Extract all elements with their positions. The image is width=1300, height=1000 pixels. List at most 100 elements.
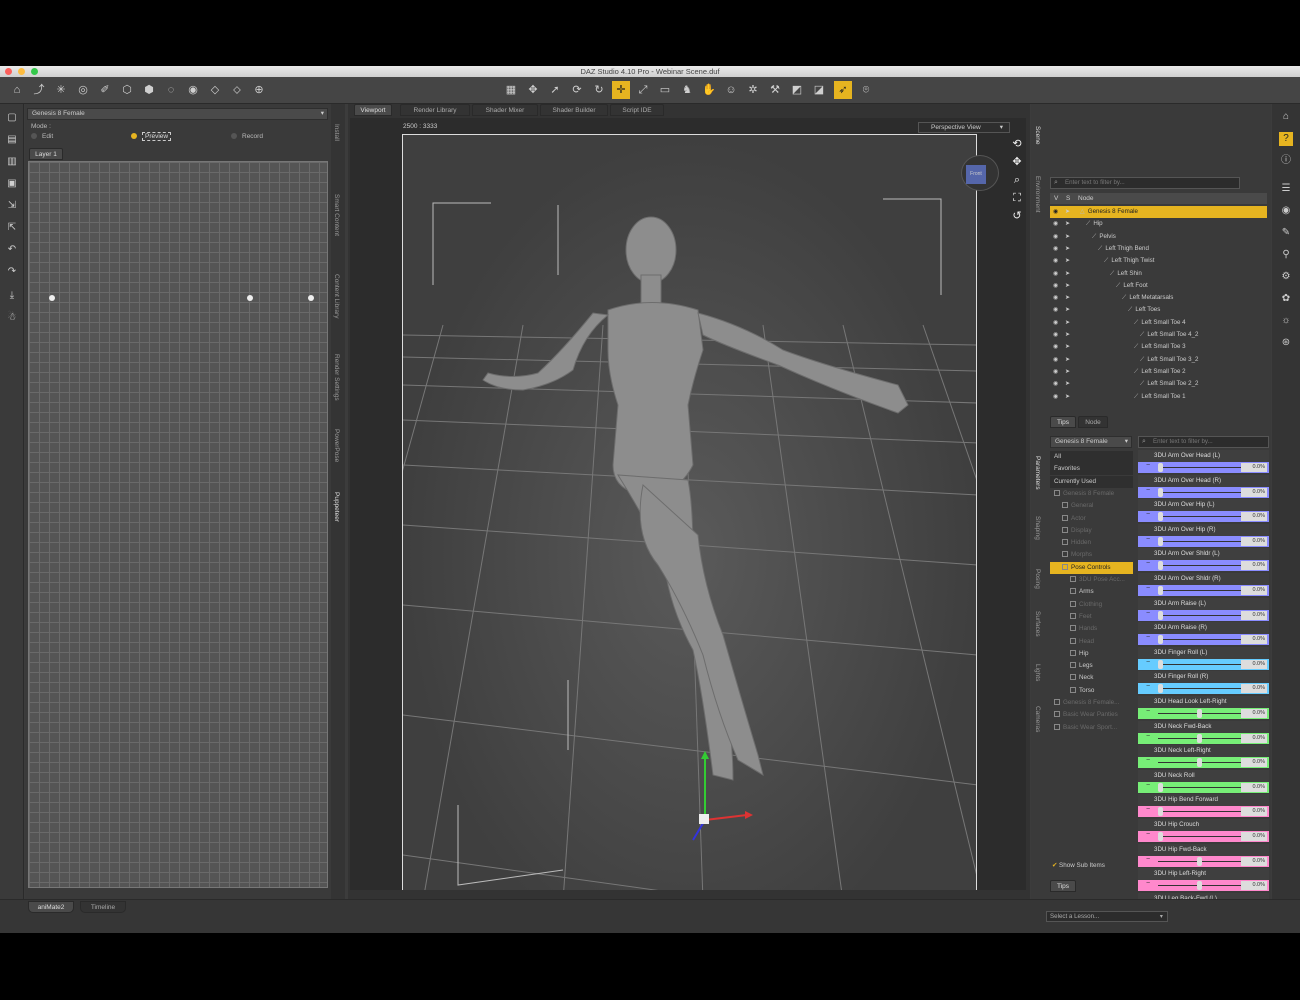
scene-node-row[interactable]: ◉ ➤ ⟋ Left Small Toe 3_2 <box>1050 354 1267 366</box>
slider-value[interactable]: 0.0% <box>1241 782 1267 792</box>
parameter-slider[interactable]: 3DU Neck Fwd-Back − 0.0% <box>1138 720 1269 745</box>
frame-icon[interactable]: ⛶ <box>1010 191 1024 205</box>
param-tree-item[interactable]: Hip <box>1050 648 1133 660</box>
slider-knob[interactable] <box>1158 832 1163 841</box>
eye-icon[interactable]: ◉ <box>1053 268 1058 280</box>
slider-knob[interactable] <box>1158 463 1163 472</box>
mode-record-radio[interactable]: Record <box>231 133 263 140</box>
param-tree-item[interactable]: Clothing <box>1050 599 1133 611</box>
tab-render-settings[interactable]: Render Settings <box>333 354 340 401</box>
translate-icon[interactable]: ↻ <box>590 81 608 99</box>
slider-bar[interactable]: − 0.0% <box>1138 609 1269 621</box>
slider-value[interactable]: 0.0% <box>1241 832 1267 841</box>
selectable-icon[interactable]: ➤ <box>1065 206 1070 218</box>
slider-bar[interactable]: − 0.0% <box>1138 855 1269 867</box>
tab-render-library[interactable]: Render Library <box>400 104 470 116</box>
minus-icon[interactable]: − <box>1146 880 1150 887</box>
param-tree-item[interactable]: Arms <box>1050 586 1133 598</box>
list-icon[interactable]: ☰ <box>1279 182 1293 196</box>
tab-smart-content[interactable]: Smart Content <box>333 194 340 236</box>
slider-value[interactable]: 0.0% <box>1241 709 1267 718</box>
puppeteer-point[interactable] <box>308 295 314 301</box>
node-weight-icon[interactable]: ✳ <box>52 81 70 99</box>
merge-icon[interactable]: ▥ <box>4 154 20 170</box>
param-tree-item[interactable]: Hidden <box>1050 537 1133 549</box>
slider-knob[interactable] <box>1158 536 1163 546</box>
eye-icon[interactable]: ◉ <box>1053 243 1058 255</box>
param-tree-item[interactable]: Favorites <box>1050 463 1133 476</box>
scene-node-row[interactable]: ◉ ➤ ⟋ Hip <box>1050 218 1267 230</box>
mode-edit-radio[interactable]: Edit <box>31 133 53 140</box>
slider-value[interactable]: 0.0% <box>1241 536 1267 546</box>
slider-bar[interactable]: − 0.0% <box>1138 535 1269 547</box>
scene-node-row[interactable]: ◉ ➤ ⟋ Pelvis <box>1050 231 1267 243</box>
camera-icon[interactable]: ⌾ <box>857 81 875 99</box>
selectable-icon[interactable]: ➤ <box>1065 317 1070 329</box>
param-tree-item[interactable]: Neck <box>1050 672 1133 684</box>
scene-node-row[interactable]: ◉ ➤ ⟋ Left Foot <box>1050 280 1267 292</box>
slider-bar[interactable]: − 0.0% <box>1138 831 1269 842</box>
figure-select[interactable]: Genesis 8 Female ▾ <box>27 108 328 120</box>
tab-animate2[interactable]: aniMate2 <box>28 901 74 913</box>
parameter-slider[interactable]: 3DU Hip Bend Forward − 0.0% <box>1138 794 1269 818</box>
slider-knob[interactable] <box>1197 856 1202 866</box>
slider-knob[interactable] <box>1158 512 1163 522</box>
tab-layer-1[interactable]: Layer 1 <box>29 148 63 160</box>
render-settings-icon[interactable]: ✲ <box>744 81 762 99</box>
tab-timeline[interactable]: Timeline <box>80 901 126 913</box>
selectable-icon[interactable]: ➤ <box>1065 218 1070 230</box>
eye-icon[interactable]: ◉ <box>1053 317 1058 329</box>
parameter-slider[interactable]: 3DU Arm Raise (L) − 0.0% <box>1138 597 1269 622</box>
puppeteer-grid[interactable] <box>28 161 328 888</box>
eye-icon[interactable]: ◉ <box>1053 366 1058 378</box>
scale-icon[interactable]: ⤢ <box>634 81 652 99</box>
selectable-icon[interactable]: ➤ <box>1065 329 1070 341</box>
minus-icon[interactable]: − <box>1146 733 1150 740</box>
render-icon[interactable]: ◩ <box>788 81 806 99</box>
tab-puppeteer[interactable]: Puppeteer <box>333 492 340 522</box>
tab-tips[interactable]: Tips <box>1050 416 1076 428</box>
eye-icon[interactable]: ◉ <box>1053 231 1058 243</box>
parameter-slider[interactable]: 3DU Finger Roll (R) − 0.0% <box>1138 671 1269 695</box>
slider-knob[interactable] <box>1158 561 1163 571</box>
parameter-slider[interactable]: 3DU Arm Over Hip (L) − 0.0% <box>1138 499 1269 523</box>
scene-node-row[interactable]: ◉ ➤ ⟋ Left Metatarsals <box>1050 292 1267 304</box>
minus-icon[interactable]: − <box>1146 659 1150 666</box>
redo-icon[interactable]: ↷ <box>4 264 20 280</box>
param-tree-item[interactable]: Display <box>1050 525 1133 537</box>
undo-icon[interactable]: ↶ <box>4 242 20 258</box>
geometry-sculptor-icon[interactable]: ⬢ <box>140 81 158 99</box>
slider-knob[interactable] <box>1158 635 1163 645</box>
parameter-slider[interactable]: 3DU Neck Roll − 0.0% <box>1138 769 1269 794</box>
selectable-icon[interactable]: ➤ <box>1065 304 1070 316</box>
parameter-slider[interactable]: 3DU Arm Over Head (L) − 0.0% <box>1138 450 1269 474</box>
minus-icon[interactable]: − <box>1146 856 1150 863</box>
tab-content-library[interactable]: Content Library <box>333 274 340 318</box>
scene-node-row[interactable]: ◉ ➤ ⟋ Left Small Toe 4_2 <box>1050 329 1267 341</box>
geometry-editor-icon[interactable]: ⬡ <box>118 81 136 99</box>
surfaces-icon[interactable]: ✿ <box>1279 292 1293 306</box>
view-select[interactable]: Perspective View ▾ <box>918 122 1010 133</box>
scene-node-row[interactable]: ◉ ➤ ⟋ Left Toes <box>1050 304 1267 316</box>
scene-node-row[interactable]: ◉ ➤ ⟋ Left Thigh Bend <box>1050 243 1267 255</box>
param-tree-item[interactable]: 3DU Pose Acc... <box>1050 574 1133 586</box>
transform-icon[interactable]: ⊕ <box>250 81 268 99</box>
export-icon[interactable]: ⇱ <box>4 220 20 236</box>
tab-install[interactable]: Install <box>333 124 340 141</box>
help-icon[interactable]: ⓘ <box>1279 154 1293 168</box>
refresh-icon[interactable]: ◉ <box>1279 204 1293 218</box>
param-tree-item[interactable]: Legs <box>1050 660 1133 672</box>
slider-knob[interactable] <box>1158 782 1163 792</box>
selectable-icon[interactable]: ➤ <box>1065 243 1070 255</box>
slider-knob[interactable] <box>1197 709 1202 718</box>
slider-value[interactable]: 0.0% <box>1241 807 1267 817</box>
minus-icon[interactable]: − <box>1146 708 1150 715</box>
tab-node[interactable]: Node <box>1078 416 1108 428</box>
spot-render-icon[interactable]: ◉ <box>184 81 202 99</box>
param-tree-item[interactable]: General <box>1050 500 1133 512</box>
show-sub-items-checkbox[interactable]: ✔ Show Sub Items <box>1052 862 1105 869</box>
region-nav-icon[interactable]: ◎ <box>74 81 92 99</box>
param-tree-item[interactable]: Currently Used <box>1050 475 1133 488</box>
minus-icon[interactable]: − <box>1146 585 1150 592</box>
magic-wand-icon[interactable]: ⚒ <box>766 81 784 99</box>
